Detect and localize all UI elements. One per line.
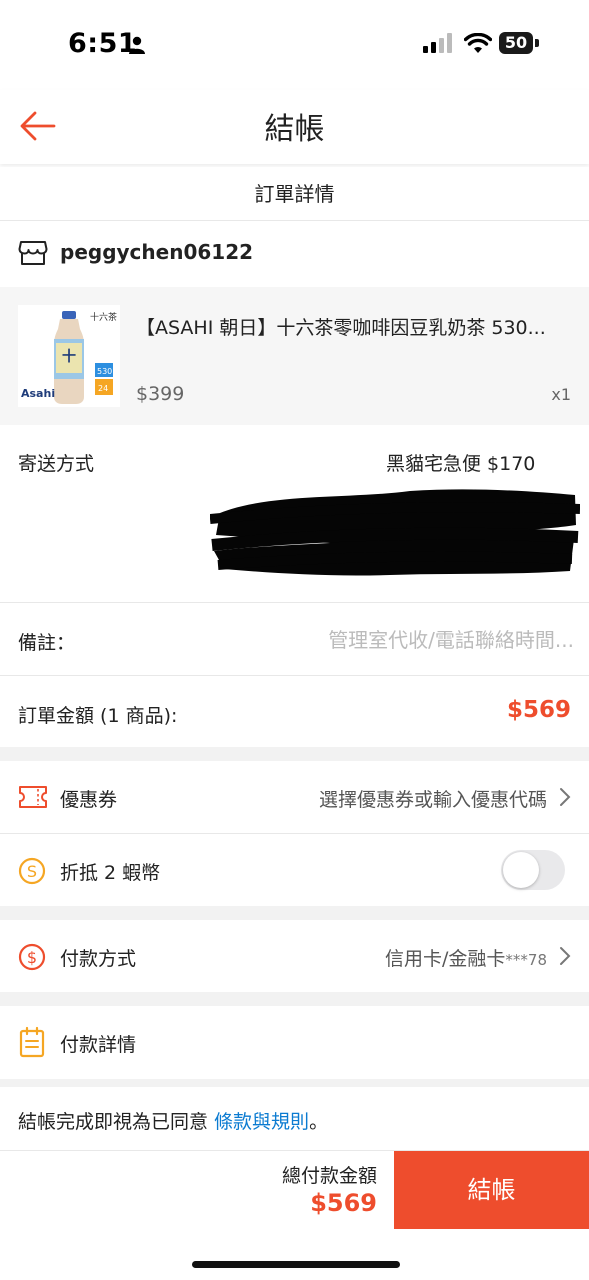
checkout-button[interactable]: 結帳 [394,1151,589,1229]
coupon-row[interactable]: 優惠券 選擇優惠券或輸入優惠代碼 [0,761,589,833]
payment-details-row[interactable]: 付款詳情 [0,1006,589,1078]
product-price: $399 [136,383,185,405]
battery-tip [535,39,539,47]
shop-row[interactable]: peggychen06122 [0,222,589,286]
coupon-value: 選擇優惠券或輸入優惠代碼 [318,789,547,811]
svg-text:S: S [27,862,37,881]
home-indicator [192,1261,400,1268]
terms-link[interactable]: 條款與規則 [214,1111,309,1133]
dollar-icon: $ [18,943,46,975]
coins-toggle[interactable] [501,850,565,890]
chevron-right-icon [559,787,571,811]
svg-text:十: 十 [62,348,76,365]
payment-method-label: 付款方式 [60,948,137,970]
shipping-value: 黑貓宅急便 $170 [386,453,536,475]
note-row: 備註： [0,604,589,676]
section-separator [0,992,589,1006]
section-separator [0,906,589,920]
shop-icon [18,239,48,271]
shipping-section[interactable]: 寄送方式 黑貓宅急便 $170 [0,425,589,603]
total-payment-label: 總付款金額 [281,1165,377,1187]
wifi-icon [463,32,493,59]
product-quantity: x1 [551,385,571,404]
order-total-value: $569 [506,697,571,723]
cellular-signal-icon [423,33,453,57]
section-separator [0,1079,589,1087]
coupon-label: 優惠券 [60,789,118,811]
note-label: 備註： [18,632,76,654]
agreement-row: 結帳完成即視為已同意 條款與規則。 [0,1087,589,1149]
coin-icon: S [18,857,46,889]
product-image: 十六茶 十 530 24 Asahi [18,305,120,407]
svg-text:$: $ [27,948,37,967]
total-payment-value: $569 [310,1189,377,1217]
chevron-right-icon [559,946,571,970]
payment-method-value: 信用卡/金融卡***78 [385,944,547,971]
status-time: 6:51 [68,28,138,59]
redacted-address [210,489,580,576]
badge-count: 24 [98,384,108,393]
order-total-row: 訂單金額 (1 商品): $569 [0,677,589,747]
section-separator [0,747,589,761]
coins-row: S 折抵 2 蝦幣 [0,834,589,906]
payment-details-label: 付款詳情 [60,1034,137,1056]
status-bar: 6:51 50 [0,0,589,90]
clipboard-icon [18,1026,46,1062]
note-input[interactable] [260,622,574,658]
product-image-label: 十六茶 [90,311,117,323]
agreement-suffix: 。 [309,1111,329,1133]
shipping-label: 寄送方式 [18,453,95,475]
person-icon [128,36,146,58]
agreement-prefix: 結帳完成即視為已同意 [18,1111,215,1133]
payment-method-name: 信用卡/金融卡 [385,948,506,970]
svg-text:Asahi: Asahi [21,387,55,400]
toggle-knob [503,852,539,888]
product-item[interactable]: 十六茶 十 530 24 Asahi 【ASAHI 朝日】十六茶零咖啡因豆乳奶茶… [0,287,589,425]
battery-indicator: 50 [499,32,533,54]
ticket-icon [18,784,48,814]
nav-bar: 結帳 [0,90,589,164]
agreement-text: 結帳完成即視為已同意 條款與規則。 [18,1107,328,1134]
page-title: 結帳 [264,112,325,147]
shop-name: peggychen06122 [60,240,254,264]
payment-method-row[interactable]: $ 付款方式 信用卡/金融卡***78 [0,920,589,992]
order-details-title: 訂單詳情 [0,167,589,221]
order-total-label: 訂單金額 (1 商品): [18,705,178,727]
card-suffix: ***78 [505,951,547,969]
coins-label: 折抵 2 蝦幣 [60,862,161,884]
checkout-bar: 總付款金額 $569 結帳 [0,1150,589,1229]
badge-volume: 530 [97,367,112,376]
product-name: 【ASAHI 朝日】十六茶零咖啡因豆乳奶茶 530... [136,317,546,339]
